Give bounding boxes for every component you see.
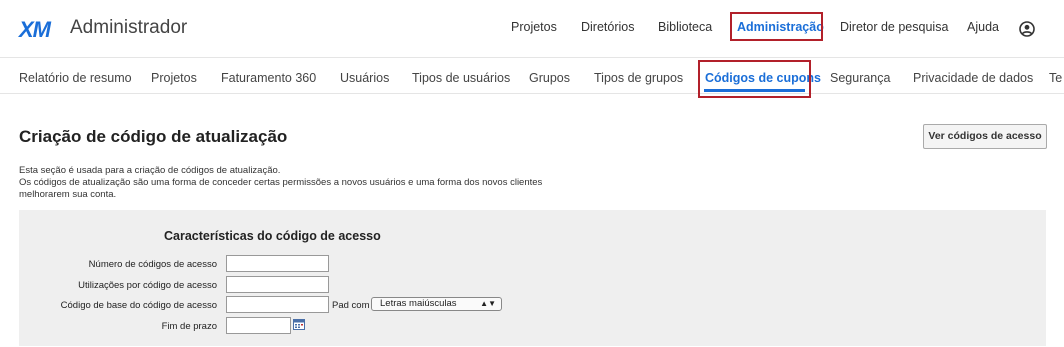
field-label-number-of-codes: Número de códigos de acesso [88, 259, 217, 270]
view-access-codes-button[interactable]: Ver códigos de acesso [923, 124, 1047, 149]
topnav-projetos[interactable]: Projetos [511, 20, 557, 34]
uses-per-code-input[interactable] [226, 276, 329, 293]
topnav-diretorios[interactable]: Diretórios [581, 20, 635, 34]
tab-projetos[interactable]: Projetos [151, 71, 197, 85]
tab-tipos-de-usuarios[interactable]: Tipos de usuários [412, 71, 510, 85]
pad-with-select-value: Letras maiúsculas [380, 298, 457, 309]
tab-seguranca[interactable]: Segurança [830, 71, 890, 85]
tab-truncated[interactable]: Te [1049, 71, 1062, 85]
description-line-1: Esta seção é usada para a criação de cód… [19, 165, 281, 176]
topnav-ajuda[interactable]: Ajuda [967, 20, 999, 34]
base-code-input[interactable] [226, 296, 329, 313]
sub-navigation: Relatório de resumo Projetos Faturamento… [0, 57, 1064, 94]
top-bar: XM Administrador Projetos Diretórios Bib… [0, 0, 1064, 57]
tab-tipos-de-grupos[interactable]: Tipos de grupos [594, 71, 683, 85]
description-line-2: Os códigos de atualização são uma forma … [19, 177, 543, 188]
user-circle-icon[interactable] [1019, 21, 1035, 37]
field-label-end-date: Fim de prazo [161, 321, 217, 332]
tab-relatorio-de-resumo[interactable]: Relatório de resumo [19, 71, 132, 85]
form-title: Características do código de acesso [164, 229, 381, 243]
page-title: Criação de código de atualização [19, 127, 288, 146]
pad-with-label: Pad com [332, 300, 370, 311]
topnav-diretor-de-pesquisa[interactable]: Diretor de pesquisa [840, 20, 948, 34]
field-label-base-code: Código de base do código de acesso [60, 300, 217, 311]
pad-with-select[interactable]: Letras maiúsculas ▲▼ [371, 297, 502, 311]
tab-usuarios[interactable]: Usuários [340, 71, 389, 85]
description-line-3: melhorarem sua conta. [19, 189, 117, 200]
highlight-box-administracao [730, 12, 823, 41]
number-of-codes-input[interactable] [226, 255, 329, 272]
end-date-input[interactable] [226, 317, 291, 334]
tab-privacidade-de-dados[interactable]: Privacidade de dados [913, 71, 1033, 85]
tab-faturamento-360[interactable]: Faturamento 360 [221, 71, 316, 85]
highlight-box-codigos-de-cupons [698, 60, 811, 98]
topnav-biblioteca[interactable]: Biblioteca [658, 20, 712, 34]
calendar-icon[interactable] [293, 319, 305, 330]
field-label-uses-per-code: Utilizações por código de acesso [78, 280, 217, 291]
select-arrows-icon: ▲▼ [480, 299, 496, 308]
tab-grupos[interactable]: Grupos [529, 71, 570, 85]
top-navigation: Projetos Diretórios Biblioteca Administr… [0, 16, 1064, 40]
